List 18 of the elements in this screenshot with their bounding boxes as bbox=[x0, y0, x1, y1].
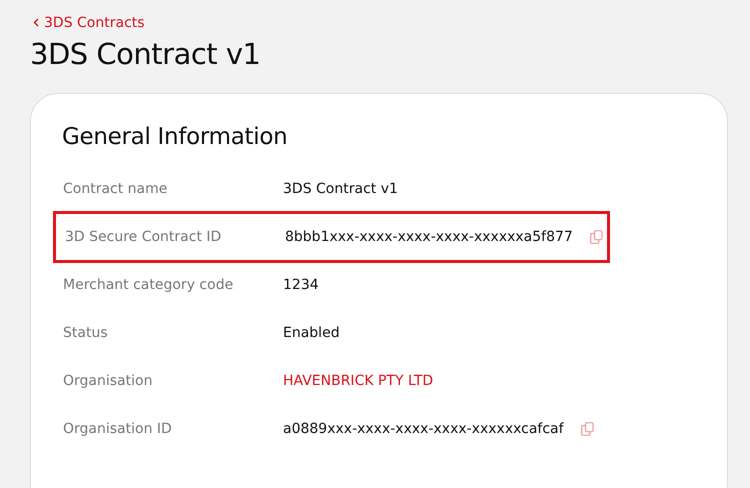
field-label: Status bbox=[63, 325, 109, 341]
field-label: 3D Secure Contract ID bbox=[65, 229, 222, 245]
field-label: Merchant category code bbox=[63, 277, 234, 293]
field-label: Organisation ID bbox=[63, 421, 173, 437]
field-value: Enabled bbox=[283, 325, 340, 341]
copy-icon[interactable] bbox=[590, 230, 603, 244]
field-value: 3DS Contract v1 bbox=[283, 181, 398, 197]
copy-icon[interactable] bbox=[580, 422, 594, 436]
field-value: a0889xxx-xxxx-xxxx-xxxx-xxxxxxcafcaf bbox=[283, 421, 564, 437]
chevron-left-icon bbox=[33, 18, 39, 27]
field-label: Organisation bbox=[63, 373, 154, 389]
back-link[interactable]: 3DS Contracts bbox=[33, 14, 145, 30]
organisation-link[interactable]: HAVENBRICK PTY LTD bbox=[283, 373, 434, 389]
section-heading: General Information bbox=[62, 124, 288, 150]
page-title: 3DS Contract v1 bbox=[30, 37, 262, 71]
field-value: 1234 bbox=[283, 277, 319, 293]
field-value: 8bbb1xxx-xxxx-xxxx-xxxx-xxxxxxa5f877 bbox=[285, 229, 573, 245]
field-label: Contract name bbox=[63, 181, 168, 197]
